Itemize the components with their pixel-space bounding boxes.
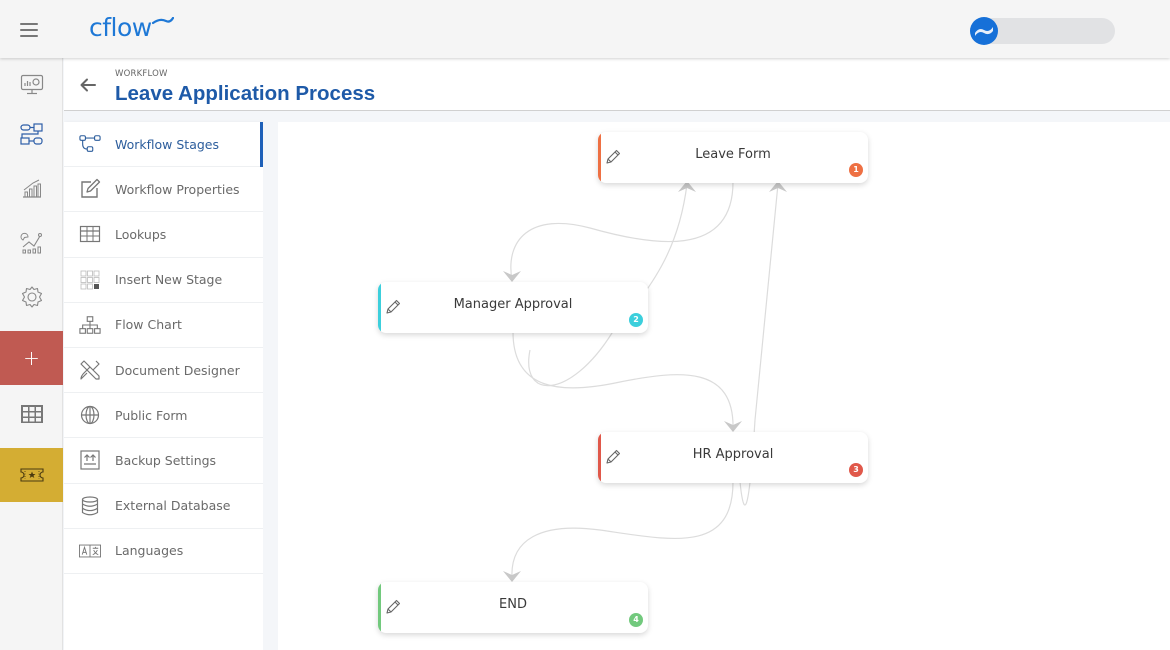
stage-label: END [499,597,527,612]
menu-item-label: Backup Settings [115,452,217,468]
menu-item-label: External Database [115,498,231,514]
stage-number-badge: 4 [629,613,643,627]
menu-item-public-form[interactable]: Public Form [64,393,263,439]
stage-card-manager-approval[interactable]: Manager Approval 2 [378,282,648,333]
rail-ticket-button[interactable] [0,448,63,502]
stage-card-end[interactable]: END 4 [378,582,648,633]
left-rail: + [0,58,63,650]
menu-item-label: Document Designer [115,362,240,378]
add-icon: + [23,346,40,370]
menu-canvas-gap [263,122,278,650]
rail-workflow[interactable] [0,108,63,162]
menu-item-workflow-properties[interactable]: Workflow Properties [64,167,263,213]
workflow-canvas[interactable] [278,122,1170,650]
settings-gear-icon [21,286,42,308]
menu-item-workflow-stages[interactable]: Workflow Stages [64,122,264,168]
menu-item-label: Languages [115,543,184,559]
breadcrumb[interactable]: WORKFLOW [115,69,168,79]
flow-chart-icon [79,314,101,336]
user-avatar-icon[interactable] [970,17,998,45]
menu-item-languages[interactable]: Languages [64,529,263,574]
page-header: WORKFLOW Leave Application Process [64,58,1170,111]
menu-item-insert-new-stage[interactable]: Insert New Stage [64,258,263,303]
backup-upload-icon [79,449,101,471]
stage-card-hr-approval[interactable]: HR Approval 3 [598,432,868,483]
ticket-star-icon [19,468,44,482]
logo-swoosh-icon [152,17,174,25]
stage-label: HR Approval [692,447,774,462]
stage-number-badge: 2 [629,313,643,327]
menu-item-external-database[interactable]: External Database [64,484,263,529]
rail-add-button[interactable]: + [0,331,63,385]
menu-item-lookups[interactable]: Lookups [64,212,263,258]
menu-item-flow-chart[interactable]: Flow Chart [64,303,263,348]
globe-icon [79,404,101,426]
rail-reports[interactable] [0,162,63,216]
analytics-icon [20,232,42,254]
menu-item-label: Public Form [115,407,188,423]
dashboard-monitor-icon [20,74,43,95]
hamburger-menu-icon[interactable] [20,23,38,37]
reports-chart-icon [22,179,41,198]
back-arrow-icon[interactable] [78,75,98,95]
workflow-icon [19,123,43,145]
rail-analytics[interactable] [0,216,63,270]
stage-card-leave-form[interactable]: Leave Form 1 [598,132,868,183]
rail-table[interactable] [0,387,63,441]
edit-properties-icon [79,178,101,200]
menu-item-document-designer[interactable]: Document Designer [64,348,263,394]
stage-label: Manager Approval [453,297,573,312]
stage-label: Leave Form [695,147,771,162]
page-title: Leave Application Process [115,82,376,105]
insert-stage-icon [79,269,101,291]
rail-settings[interactable] [0,270,63,324]
menu-item-label: Workflow Properties [115,181,240,197]
stage-number-badge: 1 [849,163,863,177]
menu-item-label: Flow Chart [115,317,182,333]
menu-item-backup-settings[interactable]: Backup Settings [64,438,263,484]
menu-item-label: Lookups [115,226,167,242]
languages-icon [79,540,101,562]
workflow-stages-icon [79,133,101,155]
rail-dashboard[interactable] [0,58,63,112]
menu-item-label: Insert New Stage [115,272,223,288]
top-bar: cflow [0,0,1170,58]
cflow-logo[interactable]: cflow [89,13,152,42]
stage-number-badge: 3 [849,463,863,477]
lookups-table-icon [79,223,101,245]
document-designer-icon [79,359,101,381]
menu-item-label: Workflow Stages [115,136,220,152]
database-icon [79,495,101,517]
table-grid-icon [20,405,43,423]
workflow-side-menu: Workflow Stages Workflow Properties Look… [64,122,264,650]
